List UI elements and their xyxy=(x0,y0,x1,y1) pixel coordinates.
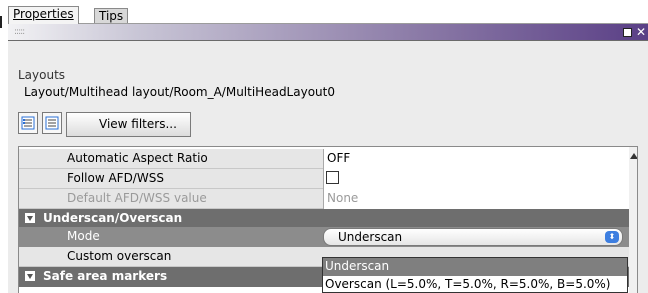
layout-path: Layout/Multihead layout/Room_A/MultiHead… xyxy=(24,85,335,99)
dropdown-option-underscan[interactable]: Underscan xyxy=(323,258,627,276)
property-label: Custom overscan xyxy=(67,249,172,263)
tab-properties-label: Properties xyxy=(13,7,74,21)
mode-select[interactable]: Underscan ⬍ xyxy=(323,228,623,246)
category-label: Safe area markers xyxy=(43,269,168,283)
row-default-afd-wss: Default AFD/WSS value None xyxy=(19,189,629,209)
property-value-cell[interactable]: OFF xyxy=(323,149,629,169)
property-label: Follow AFD/WSS xyxy=(67,171,164,185)
tab-tips[interactable]: Tips xyxy=(94,8,129,23)
follow-afd-checkbox[interactable] xyxy=(326,171,339,184)
tab-strip: Properties Tips xyxy=(8,0,648,24)
row-automatic-aspect-ratio[interactable]: Automatic Aspect Ratio OFF xyxy=(19,149,629,169)
property-label: Default AFD/WSS value xyxy=(67,191,207,205)
collapse-icon[interactable] xyxy=(25,271,35,281)
select-stepper-icon: ⬍ xyxy=(605,231,619,243)
row-mode[interactable]: Mode Underscan ⬍ xyxy=(19,227,629,247)
mode-select-value: Underscan xyxy=(338,230,403,244)
section-label: Layouts xyxy=(18,68,66,82)
close-icon[interactable]: ✕ xyxy=(636,25,646,39)
grip-icon[interactable]: ::::: xyxy=(14,27,25,37)
category-label: Underscan/Overscan xyxy=(43,211,183,225)
property-value: OFF xyxy=(327,151,351,165)
properties-window: Properties Tips ::::: ✕ Layouts Layout/M… xyxy=(8,0,648,293)
property-value: None xyxy=(327,191,359,205)
tab-tips-label: Tips xyxy=(99,9,124,23)
categorized-view-icon xyxy=(21,116,35,130)
scroll-up-icon[interactable] xyxy=(630,153,637,159)
list-view-icon xyxy=(45,116,59,130)
property-label: Mode xyxy=(67,229,100,243)
row-follow-afd-wss[interactable]: Follow AFD/WSS xyxy=(19,169,629,189)
restore-icon[interactable] xyxy=(623,28,632,37)
property-value-cell: None xyxy=(323,189,629,209)
vertical-scrollbar[interactable] xyxy=(629,147,637,293)
list-view-button[interactable] xyxy=(42,112,62,134)
tab-properties[interactable]: Properties xyxy=(8,6,79,24)
collapse-icon[interactable] xyxy=(25,213,35,223)
window-edge-mark xyxy=(0,16,2,28)
category-underscan-overscan[interactable]: Underscan/Overscan xyxy=(19,209,629,227)
view-filters-button[interactable]: View filters... xyxy=(66,112,191,137)
panel-titlebar[interactable]: ::::: ✕ xyxy=(8,23,648,41)
property-value-cell[interactable] xyxy=(323,169,629,189)
categorized-view-button[interactable] xyxy=(18,112,38,134)
property-label: Automatic Aspect Ratio xyxy=(67,151,208,165)
mode-dropdown-list[interactable]: Underscan Overscan (L=5.0%, T=5.0%, R=5.… xyxy=(322,257,628,293)
dropdown-option-overscan[interactable]: Overscan (L=5.0%, T=5.0%, R=5.0%, B=5.0%… xyxy=(323,276,627,293)
